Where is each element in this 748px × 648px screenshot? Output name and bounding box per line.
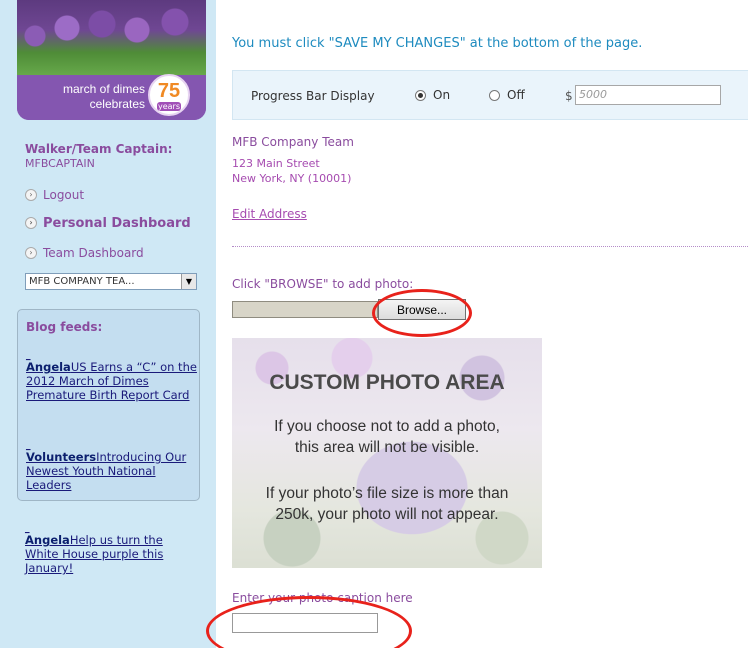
blog-entry-author: Volunteers: [26, 450, 97, 464]
chevron-down-icon[interactable]: ▼: [181, 274, 196, 289]
photo-area-title: CUSTOM PHOTO AREA: [269, 371, 505, 394]
blog-feeds-box: Blog feeds: _ AngelaUS Earns a “C” on th…: [17, 309, 200, 501]
address-line-1: 123 Main Street: [232, 157, 320, 170]
progress-on-radio[interactable]: On: [415, 88, 450, 102]
team-select[interactable]: MFB COMPANY TEA... ▼: [25, 273, 197, 290]
personal-dashboard-link[interactable]: › Personal Dashboard: [25, 214, 191, 232]
blog-entry[interactable]: _ AngelaHelp us turn the White House pur…: [25, 524, 185, 576]
radio-selected-icon: [415, 89, 426, 101]
progress-bar-label: Progress Bar Display: [251, 89, 375, 103]
browse-hint: Click "BROWSE" to add photo:: [232, 277, 414, 291]
logout-link[interactable]: › Logout: [25, 186, 84, 204]
edit-address-link[interactable]: Edit Address: [232, 207, 307, 221]
browse-highlight-ellipse: [372, 289, 472, 337]
progress-off-radio[interactable]: Off: [489, 88, 525, 102]
arrow-circle-icon: ›: [25, 217, 37, 229]
march-of-dimes-banner: march of dimes celebrates 75 years: [17, 0, 206, 120]
goal-amount-placeholder: 5000: [579, 88, 607, 101]
arrow-circle-icon: ›: [25, 247, 37, 259]
progress-bar-settings: Progress Bar Display On Off $ 5000: [232, 70, 748, 120]
blog-entry-dash: _: [25, 524, 30, 534]
team-select-value: MFB COMPANY TEA...: [29, 276, 135, 287]
blog-entry[interactable]: _ AngelaUS Earns a “C” on the 2012 March…: [26, 351, 198, 403]
blog-entry-author: Angela: [26, 360, 71, 374]
logout-label: Logout: [43, 188, 85, 202]
save-notice: You must click "SAVE MY CHANGES" at the …: [232, 36, 643, 51]
personal-dashboard-label: Personal Dashboard: [43, 215, 191, 231]
team-dashboard-label: Team Dashboard: [43, 246, 144, 260]
currency-symbol: $: [565, 89, 573, 103]
blog-entry[interactable]: _ VolunteersIntroducing Our Newest Youth…: [26, 441, 198, 493]
photo-area-line: If you choose not to add a photo,: [274, 418, 500, 435]
sidebar: march of dimes celebrates 75 years Walke…: [0, 0, 216, 648]
banner-tagline: march of dimes celebrates: [62, 82, 145, 111]
badge-number: 75: [157, 80, 181, 102]
captain-id: MFBCAPTAIN: [25, 157, 95, 170]
section-divider: [232, 246, 748, 247]
blog-entry-author: Angela: [25, 533, 70, 547]
photo-area-line: 250k, your photo will not appear.: [275, 506, 499, 523]
blog-feeds-title: Blog feeds:: [26, 320, 103, 334]
address-line-2: New York, NY (10001): [232, 172, 352, 185]
radio-empty-icon: [489, 89, 500, 101]
badge-suffix: years: [157, 102, 181, 111]
blog-entry-dash: _: [26, 441, 31, 451]
team-name: MFB Company Team: [232, 135, 354, 149]
arrow-circle-icon: ›: [25, 189, 37, 201]
photo-file-path-field[interactable]: [232, 301, 378, 318]
photo-area-line: this area will not be visible.: [294, 439, 480, 456]
custom-photo-area: CUSTOM PHOTO AREA If you choose not to a…: [232, 338, 542, 568]
photo-area-line: If your photo’s file size is more than: [265, 485, 509, 502]
blog-entry-dash: _: [26, 351, 31, 361]
banner-crowd-photo: [17, 0, 206, 75]
team-dashboard-link[interactable]: › Team Dashboard: [25, 244, 144, 262]
captain-label: Walker/Team Captain:: [25, 142, 173, 156]
anniversary-badge-icon: 75 years: [148, 74, 190, 116]
progress-on-label: On: [433, 88, 451, 102]
progress-off-label: Off: [507, 88, 525, 102]
goal-amount-input[interactable]: 5000: [575, 85, 721, 105]
